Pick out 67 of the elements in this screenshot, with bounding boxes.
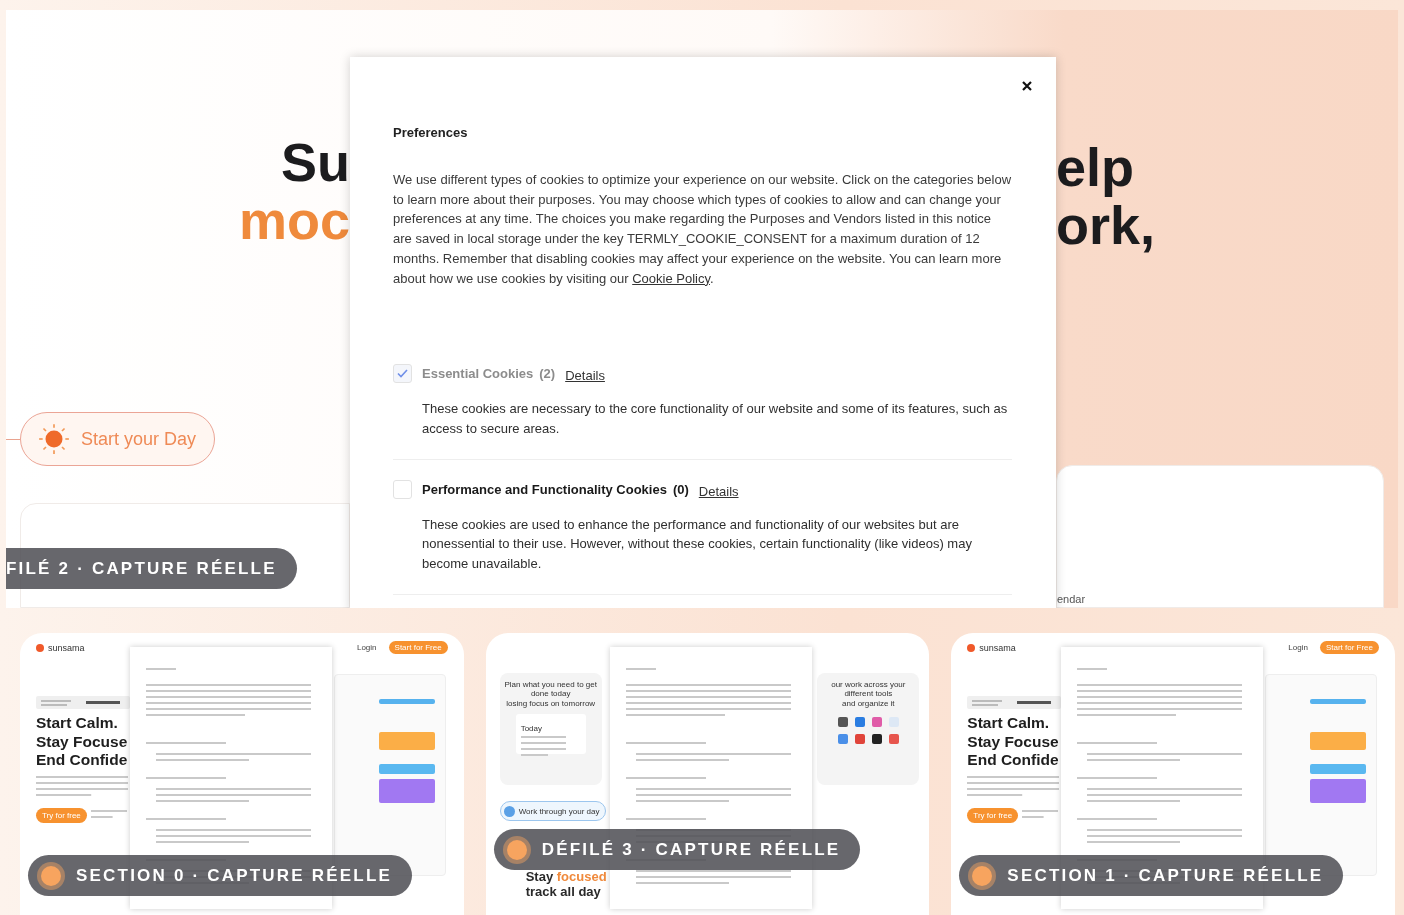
card-text: and organize it <box>842 699 895 708</box>
event-block <box>378 732 435 750</box>
caption-text: SECTION 0 · CAPTURE RÉELLE <box>76 865 392 886</box>
title-text-lines <box>1077 667 1108 673</box>
section-heading: track all day <box>525 884 601 899</box>
category-count: (2) <box>539 366 556 382</box>
title-text-lines <box>625 667 656 673</box>
pill-label: Start your Day <box>81 428 197 450</box>
category-title: Essential Cookies <box>422 366 534 382</box>
checkmark-icon <box>397 369 408 379</box>
app-icon <box>854 734 865 744</box>
headline-text: End Confide <box>36 751 128 770</box>
app-icon <box>871 734 882 744</box>
category-checkbox[interactable] <box>393 479 412 499</box>
brand-name: sunsama <box>48 642 85 653</box>
login-link[interactable]: Login <box>356 643 377 652</box>
capture-caption: FILÉ 2 · CAPTURE RÉELLE <box>6 548 297 589</box>
login-link[interactable]: Login <box>1288 643 1308 652</box>
headline-text: Start Calm. <box>967 714 1050 733</box>
event-block <box>1310 699 1366 704</box>
close-button[interactable] <box>1020 79 1034 93</box>
hero-heading-text: elp <box>1056 138 1135 196</box>
category-description: These cookies are necessary to the core functionality of our website and some of its features, such as access to secure areas. <box>422 400 1009 438</box>
category-title: Performance and Functionality Cookies <box>422 481 667 497</box>
logo-icon <box>967 643 976 652</box>
cookie-policy-link[interactable]: Cookie Policy <box>632 270 710 286</box>
caption-text: SECTION 1 · CAPTURE RÉELLE <box>1007 865 1324 886</box>
app-icon <box>854 717 865 727</box>
category-count: (0) <box>672 481 689 497</box>
event-block <box>378 764 435 774</box>
pill-label: Work through your day <box>518 806 600 816</box>
app-icon <box>837 717 848 727</box>
note-text-lines <box>1022 809 1059 821</box>
caption-text: DÉFILÉ 3 · CAPTURE RÉELLE <box>541 839 841 860</box>
caption-dot-icon <box>501 834 532 865</box>
caption-dot-icon <box>967 860 998 891</box>
event-block <box>378 779 435 803</box>
note-text-lines <box>90 809 127 821</box>
details-link[interactable]: Details <box>698 483 739 499</box>
hero-heading-text: moc <box>238 191 350 249</box>
event-block <box>1310 764 1366 774</box>
headline-text: End Confide <box>967 751 1059 770</box>
headline-text: Start Calm. <box>36 714 118 733</box>
event-block <box>1310 732 1366 750</box>
event-block <box>1310 779 1366 803</box>
headline-text: Stay Focuse <box>36 732 128 751</box>
brand-name: sunsama <box>979 642 1016 653</box>
app-icon <box>837 734 848 744</box>
event-block <box>378 699 435 704</box>
today-title: Today <box>520 724 543 733</box>
card-label: endar <box>1057 593 1086 605</box>
dialog-title: Preferences <box>393 125 469 140</box>
sun-icon <box>37 422 71 456</box>
task-text-lines <box>520 735 566 759</box>
category-description: These cookies are used to enhance the performance and functionality of our websites but are nonessential to their use. However, without these cookies, certain functionality (like videos) may become unavailable. <box>422 515 973 574</box>
globe-icon <box>503 805 515 817</box>
app-icon <box>871 717 882 727</box>
section-heading: Stay focused <box>525 869 607 884</box>
title-text-lines <box>146 667 176 673</box>
logo-icon <box>36 643 44 652</box>
hero-heading-text: ork, <box>1056 196 1156 254</box>
hero-heading-text: Su <box>281 133 350 191</box>
headline-text: Stay Focuse <box>967 732 1059 751</box>
card-text: losing focus on tomorrow <box>506 699 596 708</box>
app-icon <box>888 734 899 744</box>
intro-paragraph: We use different types of cookies to optimize your experience on our website. Click on the categories below to learn more about their purposes. You may choose which types of cookies to allow and can change your preferences at any time. The choices you make regarding the Purposes and Vendors listed in this notice are saved in local storage under the key TERMLY_COOKIE_CONSENT for a maximum duration of 12 months. Remember that disabling cookies may affect your experience on the website. You can learn more about how we use cookies by visiting our Cookie Policy. <box>393 171 1012 288</box>
caption-dot-icon <box>36 860 66 891</box>
